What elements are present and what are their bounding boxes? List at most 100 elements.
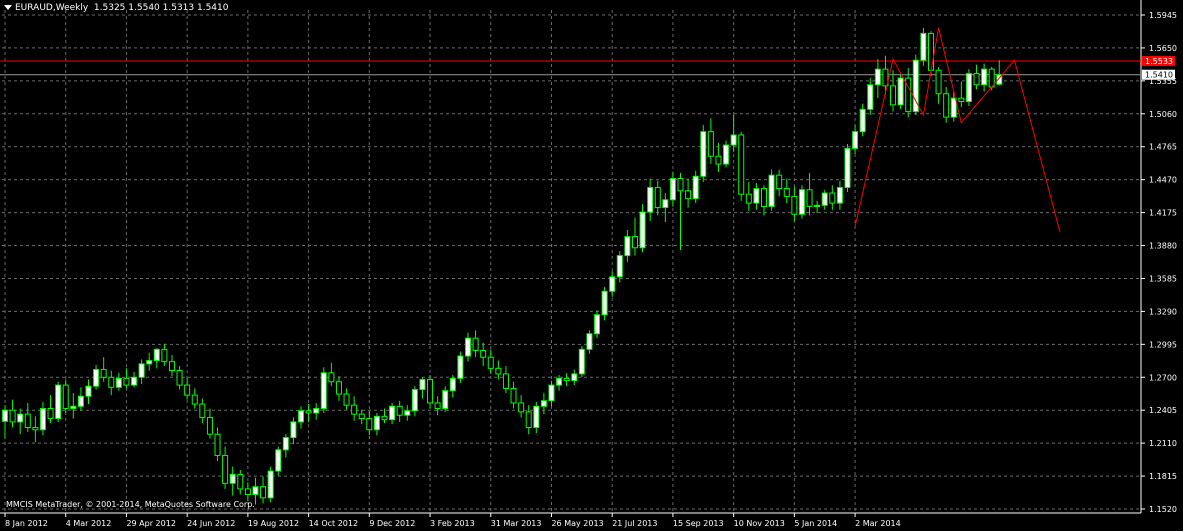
candle-body-bear (32, 427, 39, 431)
candle-body-bear (335, 381, 342, 395)
candle (996, 60, 1003, 86)
candle (480, 342, 487, 367)
y-axis: 1.59451.56501.53551.50601.47651.44701.41… (1141, 11, 1177, 514)
candle (859, 103, 866, 137)
level-lines (0, 60, 1141, 76)
dropdown-arrow-icon[interactable] (4, 5, 12, 10)
candle-body-bull (131, 376, 138, 386)
candle (867, 78, 874, 115)
candle (305, 404, 312, 422)
candle (616, 251, 623, 283)
candle (267, 466, 274, 503)
candle (237, 469, 244, 495)
candle (563, 372, 570, 387)
chart-window[interactable]: 1.5945 1.5650 1.5355 1.5060 1.4765 1.4470 1.41… (0, 0, 1183, 531)
bid-badge: 1.5410 (1142, 69, 1175, 80)
candle-body-bear (745, 193, 752, 204)
candle-body-bear (472, 337, 479, 351)
candle-body-bear (191, 394, 198, 405)
candle (647, 178, 654, 221)
candle-body-bull (867, 84, 874, 110)
candle (495, 360, 502, 380)
candle (343, 388, 350, 410)
candle (396, 400, 403, 422)
candle (290, 417, 297, 445)
bid-badge-label: 1.5410 (1145, 71, 1173, 80)
candle-body-bull (39, 408, 46, 431)
candle-body-bear (343, 393, 350, 406)
candle (123, 368, 130, 389)
candle (844, 143, 851, 192)
price-chart[interactable]: 1.59451.56501.53551.50601.47651.44701.41… (0, 0, 1183, 531)
candle-body-bull (411, 389, 418, 412)
candle (411, 386, 418, 417)
candle-body-bull (753, 188, 760, 204)
candle-body-bull (464, 337, 471, 357)
candle (874, 59, 881, 99)
candle (935, 66, 942, 104)
candle-body-bear (168, 361, 175, 372)
candle-body-bear (24, 413, 31, 429)
candle (77, 387, 84, 411)
candle-body-bear (161, 348, 168, 363)
level-badge: 1.5533 (1142, 55, 1175, 66)
candle (518, 395, 525, 418)
candle (852, 124, 859, 154)
candle-body-bull (55, 384, 62, 420)
candle (829, 185, 836, 210)
candle-body-bear (184, 384, 191, 396)
candle-body-bull (616, 255, 623, 278)
candle-body-bear (943, 93, 950, 118)
ohlc-values: 1.5325 1.5540 1.5313 1.5410 (93, 3, 229, 13)
candle (905, 68, 912, 118)
candle-body-bull (77, 395, 84, 407)
x-tick-label: 8 Jan 2012 (5, 519, 48, 528)
x-tick-label: 4 Mar 2012 (66, 519, 112, 528)
candle (601, 286, 608, 321)
candle-body-bear (366, 418, 373, 431)
candle (836, 180, 843, 210)
candle (93, 364, 100, 390)
candle-body-bear (510, 387, 517, 404)
candle (191, 388, 198, 409)
candle-body-bull (874, 68, 881, 86)
x-axis: 8 Jan 2012 4 Mar 2012 29 Apr 2012 24 Jun 20… (4, 513, 901, 528)
candle (624, 229, 631, 263)
candle (631, 217, 638, 256)
candle-body-bull (950, 97, 957, 118)
candle-body-bull (419, 378, 426, 391)
candle-body-bull (146, 360, 153, 365)
candle (723, 140, 730, 168)
candle-body-bear (9, 409, 16, 423)
candle-body-bull (965, 73, 972, 103)
candle (24, 402, 31, 432)
candle (882, 55, 889, 95)
candle (55, 381, 62, 422)
candle-body-bull (821, 192, 828, 206)
candle-body-bull (229, 473, 236, 484)
candle (457, 351, 464, 383)
y-tick-label: 1.4470 (1149, 176, 1177, 185)
candle (199, 398, 206, 424)
candle (358, 409, 365, 425)
candle (47, 395, 54, 424)
candle-body-bull (852, 131, 859, 149)
x-tick-label: 19 Aug 2012 (248, 519, 299, 528)
candle (146, 352, 153, 371)
candle-body-bull (571, 373, 578, 382)
candle-body-bull (540, 400, 547, 407)
candle (373, 412, 380, 436)
candle (730, 114, 737, 152)
candle (161, 343, 168, 367)
candle-body-bull (2, 409, 8, 422)
candle (184, 377, 191, 400)
x-tick-label: 26 May 2013 (551, 519, 603, 528)
candle (32, 416, 39, 443)
candle-body-bull (17, 413, 24, 423)
candle-body-bull (70, 405, 77, 410)
candle (70, 392, 77, 419)
candle-body-bull (457, 355, 464, 379)
candle (108, 370, 115, 396)
candle-body-bear (829, 192, 836, 204)
candle-body-bear (654, 186, 661, 209)
